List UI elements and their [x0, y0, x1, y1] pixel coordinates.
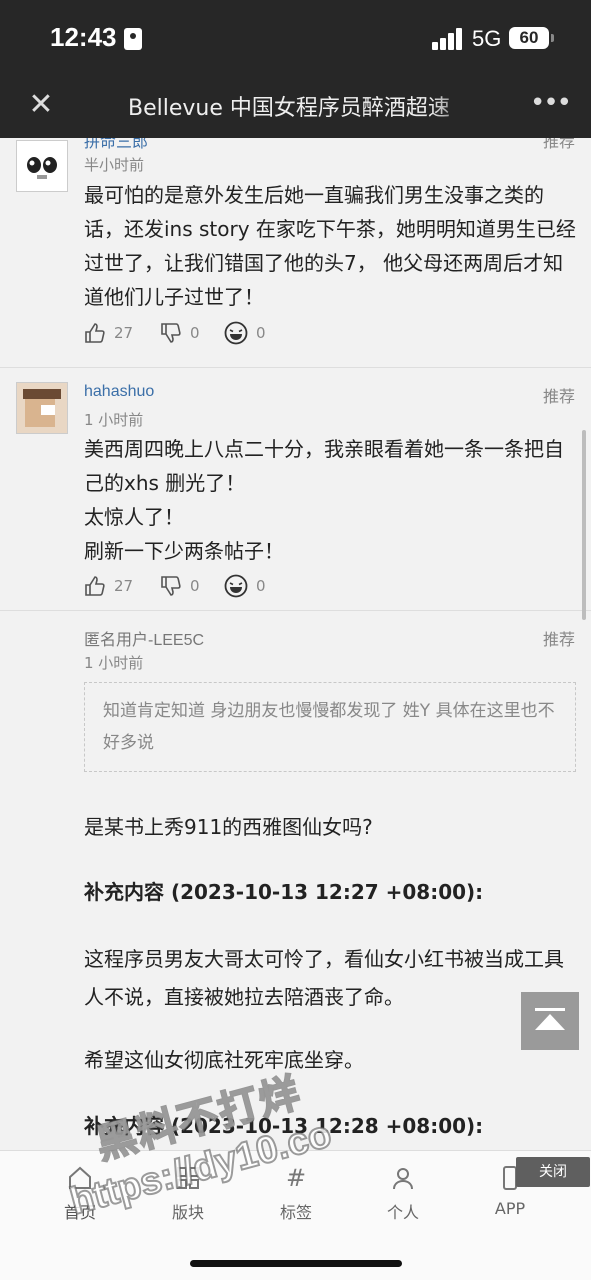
- tab-label: 版块: [171, 1203, 204, 1222]
- post-text-line: 美西周四晚上八点二十分，我亲眼看着她一条一条把自己的xhs 删光了！: [84, 437, 564, 495]
- like-button[interactable]: 27: [84, 318, 133, 348]
- status-time: 12:43: [50, 22, 117, 52]
- up-arrow-icon: [535, 1014, 565, 1030]
- post-paragraph: 这程序员男友大哥太可怜了，看仙女小红书被当成工具人不说，直接被她拉去陪酒丧了命。: [84, 947, 564, 1009]
- post-time: 1 小时前: [84, 654, 144, 672]
- laugh-button[interactable]: 0: [224, 571, 266, 601]
- post-username[interactable]: hahashuo: [84, 383, 154, 401]
- tab-label: 个人: [386, 1203, 419, 1222]
- person-icon: [363, 1161, 443, 1195]
- post-actions: 27 0 0: [84, 571, 384, 601]
- post-time: 1 小时前: [84, 411, 144, 429]
- like-count: 27: [114, 324, 134, 342]
- title-fade: [430, 86, 480, 126]
- comment-post: hahashuo 推荐 1 小时前 美西周四晚上八点二十分，我亲眼看着她一条一条…: [0, 368, 591, 611]
- title-bar: ✕ Bellevue 中国女程序员醉酒超速 •••: [0, 76, 591, 138]
- recommend-tag: 推荐: [542, 138, 575, 151]
- post-paragraph: 希望这仙女彻底社死牢底坐穿。: [84, 1048, 364, 1072]
- tab-home[interactable]: 首页: [40, 1161, 120, 1223]
- thumbs-up-icon: [85, 323, 105, 343]
- close-ad-button[interactable]: 关闭: [516, 1157, 590, 1187]
- tab-tags[interactable]: # 标签: [256, 1161, 336, 1223]
- orientation-lock-icon: [124, 28, 142, 50]
- post-paragraph: 是某书上秀911的西雅图仙女吗?: [84, 815, 373, 839]
- grid-icon: [148, 1161, 228, 1195]
- post-text-line: 太惊人了！: [84, 505, 184, 529]
- avatar[interactable]: [16, 140, 68, 192]
- close-icon[interactable]: ✕: [26, 88, 56, 122]
- thumbs-up-icon: [85, 576, 105, 596]
- scroll-top-bar: [535, 1008, 565, 1011]
- battery-icon: 60: [509, 27, 554, 49]
- recommend-tag: 推荐: [542, 387, 575, 406]
- tab-label: APP: [494, 1199, 526, 1218]
- page-title: Bellevue 中国女程序员醉酒超速: [128, 96, 450, 121]
- supplement-heading: 补充内容 (2023-10-13 12:27 +08:00):: [84, 880, 484, 904]
- signal-icon: [432, 28, 464, 50]
- comment-post: 匿名用户-LEE5C 推荐 1 小时前 知道肯定知道 身边朋友也慢慢都发现了 姓…: [0, 611, 591, 1150]
- recommend-tag: 推荐: [542, 630, 575, 649]
- dislike-count: 0: [190, 324, 200, 342]
- dislike-count: 0: [190, 577, 200, 595]
- like-button[interactable]: 27: [84, 571, 133, 601]
- laugh-face-icon: [224, 321, 248, 345]
- tab-label: 首页: [63, 1203, 96, 1222]
- quoted-text: 知道肯定知道 身边朋友也慢慢都发现了 姓Y 具体在这里也不好多说: [84, 682, 576, 772]
- tab-label: 标签: [279, 1203, 312, 1222]
- post-username: 匿名用户-LEE5C: [84, 632, 205, 649]
- scrollbar[interactable]: [582, 430, 586, 620]
- avatar[interactable]: [16, 382, 68, 434]
- scroll-to-top-button[interactable]: [521, 992, 579, 1050]
- thread-content: 拼命三郎 推荐 半小时前 最可怕的是意外发生后她一直骗我们男生没事之类的话，还发…: [0, 138, 591, 1150]
- laugh-count: 0: [256, 577, 266, 595]
- post-text: 美西周四晚上八点二十分，我亲眼看着她一条一条把自己的xhs 删光了！ 太惊人了！…: [84, 432, 576, 568]
- comment-post: 拼命三郎 推荐 半小时前 最可怕的是意外发生后她一直骗我们男生没事之类的话，还发…: [0, 138, 591, 368]
- post-actions: 27 0 0: [84, 318, 384, 348]
- more-options-icon[interactable]: •••: [530, 86, 572, 122]
- thumbs-down-icon: [161, 576, 181, 596]
- like-count: 27: [114, 577, 134, 595]
- tab-boards[interactable]: 版块: [148, 1161, 228, 1223]
- home-icon: [40, 1161, 120, 1195]
- laugh-count: 0: [256, 324, 266, 342]
- network-type: 5G: [472, 26, 502, 51]
- laugh-face-icon: [224, 574, 248, 598]
- post-text-line: 刷新一下少两条帖子！: [84, 539, 284, 563]
- status-bar: 12:43 5G 60: [0, 0, 591, 76]
- supplement-heading: 补充内容 (2023-10-13 12:28 +08:00):: [84, 1114, 484, 1138]
- home-indicator[interactable]: [190, 1260, 402, 1267]
- post-username[interactable]: 拼命三郎: [84, 138, 148, 152]
- hashtag-icon: #: [285, 1164, 307, 1192]
- tab-profile[interactable]: 个人: [363, 1161, 443, 1223]
- dislike-button[interactable]: 0: [160, 318, 200, 348]
- post-text: 最可怕的是意外发生后她一直骗我们男生没事之类的话，还发ins story 在家吃…: [84, 183, 576, 309]
- laugh-button[interactable]: 0: [224, 318, 266, 348]
- thumbs-down-icon: [161, 323, 181, 343]
- dislike-button[interactable]: 0: [160, 571, 200, 601]
- post-time: 半小时前: [84, 156, 145, 174]
